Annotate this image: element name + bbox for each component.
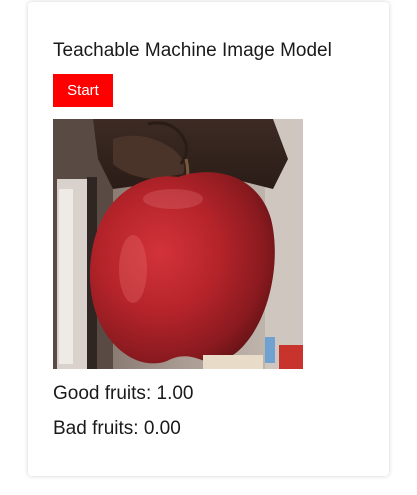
class-name: Good fruits — [53, 383, 146, 404]
prediction-bad-fruits: Bad fruits: 0.00 — [53, 418, 181, 440]
label-separator: : — [145, 383, 157, 404]
class-probability: 1.00 — [156, 383, 194, 404]
class-probability: 0.00 — [143, 418, 181, 439]
page-title: Teachable Machine Image Model — [53, 40, 332, 61]
webcam-frame-image — [53, 119, 303, 369]
class-name: Bad fruits — [53, 418, 134, 439]
webcam-canvas — [53, 119, 303, 369]
start-button[interactable]: Start — [53, 74, 113, 107]
model-card: Teachable Machine Image Model Start Good… — [28, 2, 389, 476]
label-separator: : — [133, 418, 144, 439]
prediction-good-fruits: Good fruits: 1.00 — [53, 383, 193, 405]
